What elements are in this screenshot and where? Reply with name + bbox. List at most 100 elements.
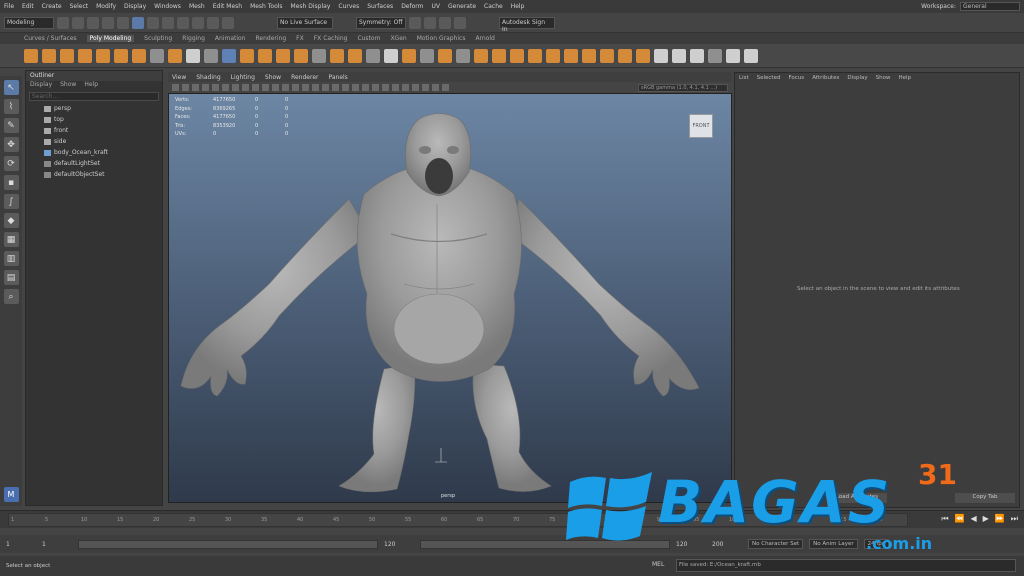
two-view-icon[interactable]: ▥ [3,251,19,266]
slide-edge-icon[interactable] [510,48,524,63]
vp-xray-icon[interactable] [322,84,329,91]
curve-tool-icon[interactable]: ∫ [3,194,19,209]
poly-cube-icon[interactable] [42,48,56,63]
redo-icon[interactable] [117,16,129,29]
menu-uv[interactable]: UV [432,3,441,10]
ae-menu-list[interactable]: List [739,75,749,81]
combine-icon[interactable] [240,48,254,63]
outliner-item[interactable]: defaultLightSet [26,158,162,169]
shelf-tab[interactable]: XGen [390,35,406,42]
vp-smooth-shade-icon[interactable] [292,84,299,91]
vp-image-plane-icon[interactable] [202,84,209,91]
select-tool-icon[interactable]: ↖ [3,80,19,95]
vp-antialiasing-icon[interactable] [392,84,399,91]
range-bar[interactable] [78,539,378,549]
vp-safe-title-icon[interactable] [272,84,279,91]
outliner-item[interactable]: side [26,136,162,147]
ae-menu-attributes[interactable]: Attributes [812,75,839,81]
shelf-tab[interactable]: Custom [357,35,380,42]
snap-plane-icon[interactable] [222,16,234,29]
shelf-tab-active[interactable]: Poly Modeling [86,35,135,42]
outliner-item[interactable]: defaultObjectSet [26,169,162,180]
shelf-tab[interactable]: FX Caching [314,35,348,42]
render-settings-icon[interactable] [439,16,451,29]
select-component-icon[interactable] [162,16,174,29]
live-surface-field[interactable]: No Live Surface [277,16,333,29]
edit-uv-icon[interactable] [744,48,758,63]
extrude-icon[interactable] [330,48,344,63]
outliner-item[interactable]: top [26,114,162,125]
view-cube[interactable]: FRONT [689,114,713,138]
poly-type-icon[interactable] [186,48,200,63]
signin-button[interactable]: Autodesk Sign In [499,16,555,33]
vp-menu-panels[interactable]: Panels [328,74,347,81]
lasso-tool-icon[interactable]: ⌇ [3,99,19,114]
color-management-field[interactable]: sRGB gamma (1.0, 4.1, 4.1 ...) [638,83,728,92]
merge-icon[interactable] [438,48,452,63]
menu-surfaces[interactable]: Surfaces [367,3,393,10]
outliner-item[interactable]: body_Ocean_kraft [26,147,162,158]
collapse-icon[interactable] [564,48,578,63]
bridge-icon[interactable] [348,48,362,63]
target-weld-icon[interactable] [420,48,434,63]
boolean-icon[interactable] [294,48,308,63]
go-to-end-icon[interactable]: ⏭ [1011,514,1018,524]
vp-wireframe-on-shaded-icon[interactable] [312,84,319,91]
quad-draw-icon[interactable] [456,48,470,63]
scale-tool-icon[interactable]: ▪ [3,175,19,190]
normal-icon[interactable] [708,48,722,63]
workspace-dropdown[interactable]: General [960,2,1020,11]
shelf-tab[interactable]: FX [296,35,304,42]
snap-point-icon[interactable] [207,16,219,29]
step-forward-icon[interactable]: ⏩ [995,514,1005,524]
outliner-menu-display[interactable]: Display [30,81,52,90]
play-forward-icon[interactable]: ▶ [983,514,989,524]
menu-generate[interactable]: Generate [448,3,476,10]
offset-edge-loop-icon[interactable] [492,48,506,63]
menu-mesh[interactable]: Mesh [189,3,205,10]
append-polygon-icon[interactable] [528,48,542,63]
smooth-icon[interactable] [276,48,290,63]
new-scene-icon[interactable] [57,16,69,29]
menu-edit[interactable]: Edit [22,3,34,10]
poly-cylinder-icon[interactable] [60,48,74,63]
vp-gamma-icon[interactable] [442,84,449,91]
menu-file[interactable]: File [4,3,14,10]
vp-all-lights-icon[interactable] [352,84,359,91]
vp-film-gate-icon[interactable] [222,84,229,91]
ae-menu-display[interactable]: Display [847,75,867,81]
sculpt-icon[interactable] [726,48,740,63]
poke-icon[interactable] [636,48,650,63]
outliner-search-input[interactable]: Search... [29,92,159,101]
vp-ambient-occlusion-icon[interactable] [372,84,379,91]
symmetry-dropdown[interactable]: Symmetry: Off [356,16,406,29]
rotate-tool-icon[interactable]: ⟳ [3,156,19,171]
detach-icon[interactable] [600,48,614,63]
vp-default-material-icon[interactable] [302,84,309,91]
menu-select[interactable]: Select [70,3,89,10]
menu-windows[interactable]: Windows [154,3,181,10]
select-object-icon[interactable] [147,16,159,29]
outliner-item[interactable]: persp [26,103,162,114]
vp-grid-icon[interactable] [212,84,219,91]
vp-xray-active-icon[interactable] [422,84,429,91]
range-start-field[interactable]: 1 [6,541,36,548]
wedge-icon[interactable] [618,48,632,63]
hypershade-icon[interactable] [454,16,466,29]
bevel-icon[interactable] [366,48,380,63]
mode-dropdown[interactable]: Modeling [4,16,54,29]
poly-disc-icon[interactable] [132,48,146,63]
shelf-tab[interactable]: Curves / Surfaces [24,35,77,42]
quadrangulate-icon[interactable] [690,48,704,63]
undo-icon[interactable] [102,16,114,29]
menu-curves[interactable]: Curves [338,3,359,10]
playback-start-field[interactable]: 1 [42,541,72,548]
perspective-viewport[interactable]: Verts: 4177650 0 0 Edges: 8369265 0 0 Faces: 41… [168,93,732,503]
separate-icon[interactable] [258,48,272,63]
vp-safe-action-icon[interactable] [262,84,269,91]
menu-cache[interactable]: Cache [484,3,503,10]
outliner-menu-help[interactable]: Help [84,81,98,90]
menu-display[interactable]: Display [124,3,146,10]
vp-menu-shading[interactable]: Shading [196,74,220,81]
ae-menu-selected[interactable]: Selected [757,75,781,81]
